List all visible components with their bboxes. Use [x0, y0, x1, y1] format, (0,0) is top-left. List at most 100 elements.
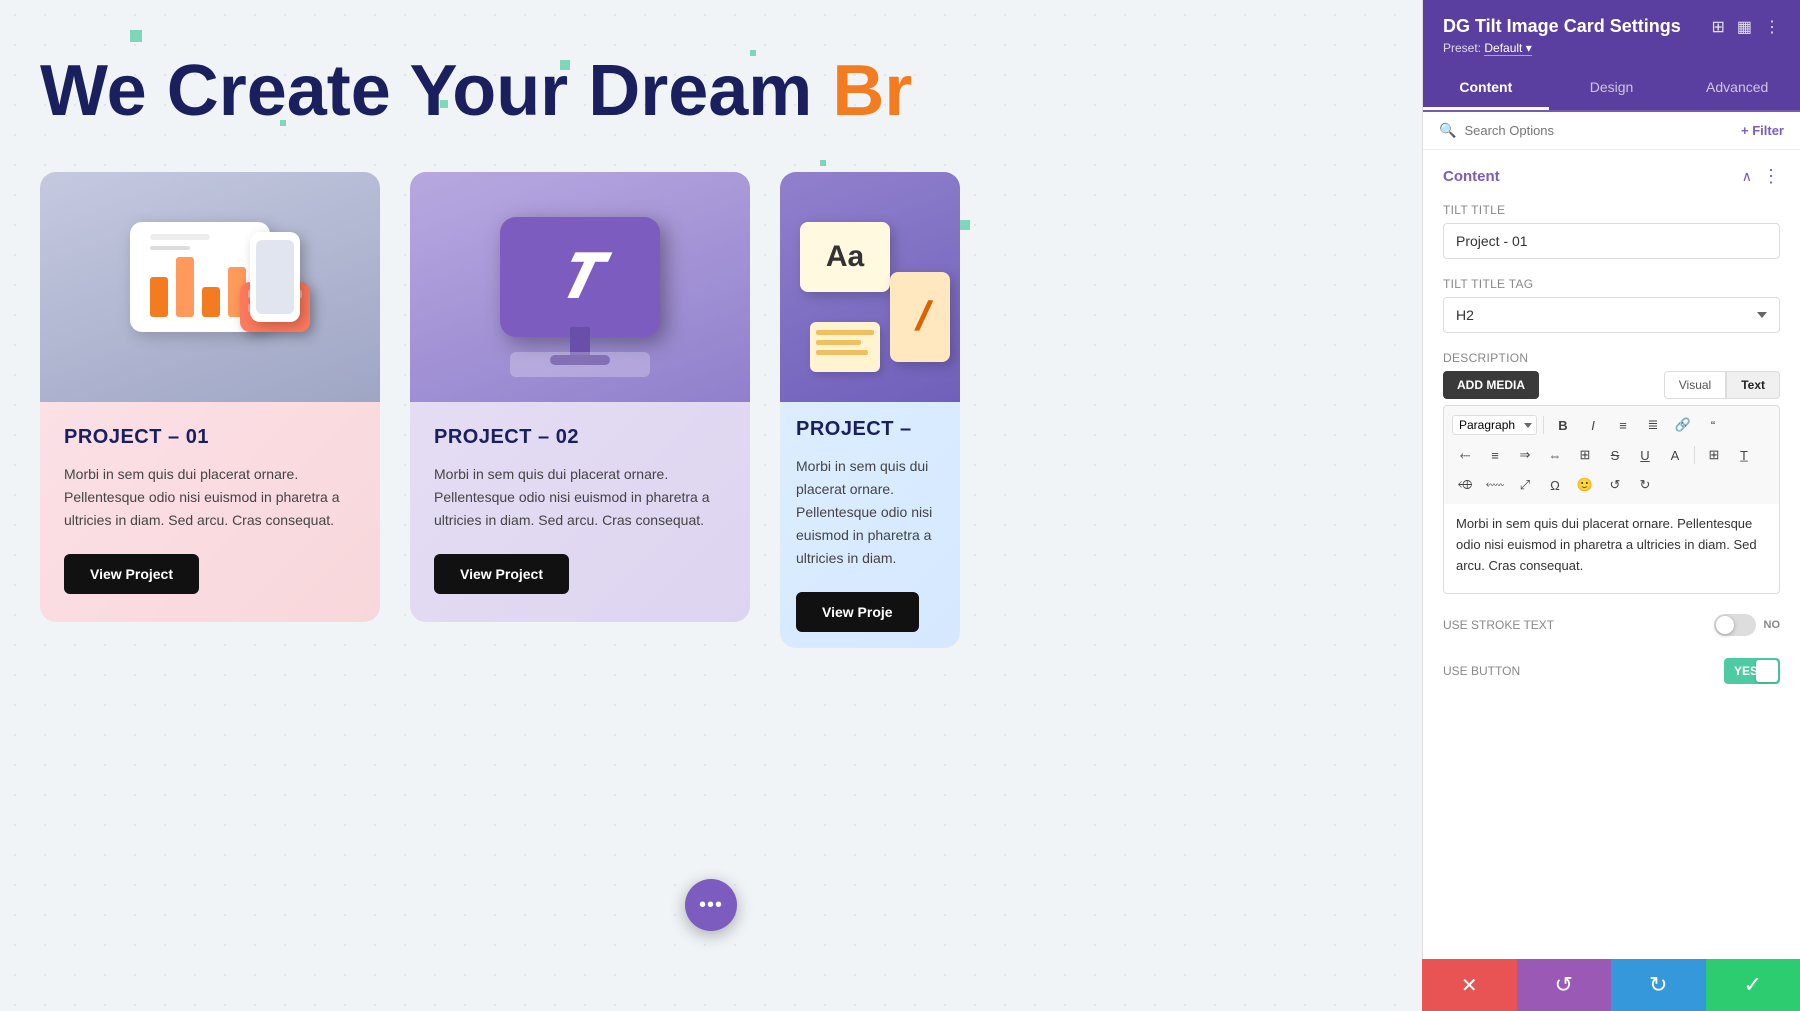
- table-btn[interactable]: ⊞: [1572, 442, 1598, 468]
- section-more-icon[interactable]: ⋮: [1762, 166, 1780, 187]
- color-btn[interactable]: A: [1662, 442, 1688, 468]
- toolbar-div-1: [1543, 416, 1544, 434]
- card-1-button[interactable]: View Project: [64, 554, 199, 594]
- editor-toolbar: Paragraph Heading 1 Heading 2 B I ≡ ≣ 🔗 …: [1443, 405, 1780, 504]
- panel-preset-link[interactable]: Default ▾: [1484, 41, 1531, 56]
- bold-btn[interactable]: B: [1550, 412, 1576, 438]
- use-button-field: Use Button YES: [1423, 650, 1800, 698]
- footer-cancel-btn[interactable]: ✕: [1422, 959, 1517, 1011]
- section-collapse-icon[interactable]: ∧: [1742, 168, 1752, 185]
- card-1-title: PROJECT – 01: [64, 426, 356, 449]
- emoji-btn[interactable]: 🙂: [1572, 472, 1598, 498]
- italic-btn[interactable]: I: [1580, 412, 1606, 438]
- tab-advanced[interactable]: Advanced: [1674, 67, 1800, 110]
- tilt-title-tag-label: Tilt Title Tag: [1443, 277, 1780, 291]
- button-toggle-row: Use Button YES: [1443, 658, 1780, 684]
- search-input[interactable]: [1464, 123, 1733, 138]
- description-label: Description: [1443, 351, 1780, 365]
- text-format-btn[interactable]: T̲: [1731, 442, 1757, 468]
- link-btn[interactable]: 🔗: [1670, 412, 1696, 438]
- redo-btn[interactable]: ↻: [1632, 472, 1658, 498]
- paragraph-select[interactable]: Paragraph Heading 1 Heading 2: [1452, 415, 1537, 435]
- cards-row: PROJECT – 01 Morbi in sem quis dui place…: [40, 172, 1382, 648]
- tab-design[interactable]: Design: [1549, 67, 1675, 110]
- footer-save-btn[interactable]: ✓: [1706, 959, 1800, 1011]
- hero-title-text: We Create Your Dream: [40, 51, 832, 131]
- footer-undo-btn[interactable]: ↺: [1517, 959, 1612, 1011]
- fullscreen-btn[interactable]: ⤢: [1512, 472, 1538, 498]
- stroke-toggle-track[interactable]: [1714, 614, 1756, 636]
- toolbar-div-2: [1694, 446, 1695, 464]
- search-icon: 🔍: [1439, 122, 1456, 139]
- panel-icon-layout[interactable]: ▦: [1737, 17, 1752, 37]
- panel-body: Content ∧ ⋮ Tilt Title Tilt Title Tag H1…: [1423, 150, 1800, 1011]
- monitor-icon: 𝑻: [480, 187, 680, 387]
- tilt-title-input[interactable]: [1443, 223, 1780, 259]
- align-left-btn[interactable]: ⬸: [1452, 442, 1478, 468]
- unordered-list-btn[interactable]: ≡: [1610, 412, 1636, 438]
- align-right-btn[interactable]: ⇒: [1512, 442, 1538, 468]
- underline-btn[interactable]: U: [1632, 442, 1658, 468]
- panel-tabs: Content Design Advanced: [1423, 67, 1800, 112]
- stroke-toggle-row: Use Stroke Text NO: [1443, 614, 1780, 636]
- stroke-toggle-switch: NO: [1714, 614, 1781, 636]
- card-1-desc: Morbi in sem quis dui placerat ornare. P…: [64, 463, 356, 532]
- card-2-button[interactable]: View Project: [434, 554, 569, 594]
- card-2-desc: Morbi in sem quis dui placerat ornare. P…: [434, 463, 726, 532]
- panel-icon-more[interactable]: ⋮: [1764, 17, 1780, 37]
- text-tab-btn[interactable]: Text: [1726, 371, 1780, 399]
- justify-btn[interactable]: ⇔: [1542, 442, 1568, 468]
- dashboard-icon: [110, 202, 310, 372]
- add-media-button[interactable]: ADD MEDIA: [1443, 371, 1539, 399]
- panel-header-icons: ⊞ ▦ ⋮: [1711, 17, 1780, 37]
- indent2-btn[interactable]: ⬳: [1482, 472, 1508, 498]
- card-1-image: [40, 172, 380, 402]
- panel-icon-copy[interactable]: ⊞: [1711, 17, 1724, 37]
- hero-title: We Create Your Dream Br: [40, 50, 1382, 132]
- outdent-btn[interactable]: ⬲: [1452, 472, 1478, 498]
- tab-content[interactable]: Content: [1423, 67, 1549, 110]
- tilt-title-tag-select[interactable]: H1 H2 H3 H4 H5 H6: [1443, 297, 1780, 333]
- hero-orange-text: Br: [832, 51, 912, 131]
- editor-content[interactable]: Morbi in sem quis dui placerat ornare. P…: [1443, 504, 1780, 594]
- tilt-title-label: Tilt Title: [1443, 203, 1780, 217]
- strikethrough-btn[interactable]: S: [1602, 442, 1628, 468]
- indent-btn[interactable]: ⊞: [1701, 442, 1727, 468]
- cancel-icon: ✕: [1461, 973, 1478, 998]
- filter-button[interactable]: + Filter: [1741, 123, 1784, 138]
- description-field: Description ADD MEDIA Visual Text Paragr…: [1423, 345, 1800, 606]
- card-3-image: Aa 𝐼: [780, 172, 960, 402]
- card-2-title: PROJECT – 02: [434, 426, 726, 449]
- fab-button[interactable]: •••: [685, 879, 737, 931]
- ordered-list-btn[interactable]: ≣: [1640, 412, 1666, 438]
- stroke-toggle-thumb: [1716, 616, 1734, 634]
- save-icon: ✓: [1744, 972, 1762, 998]
- special-char-btn[interactable]: Ω: [1542, 472, 1568, 498]
- card-3-button[interactable]: View Proje: [796, 592, 919, 632]
- card-2-image: 𝑻: [410, 172, 750, 402]
- tilt-title-tag-field: Tilt Title Tag H1 H2 H3 H4 H5 H6: [1423, 271, 1800, 345]
- visual-tab-btn[interactable]: Visual: [1664, 371, 1726, 399]
- panel-preset: Preset: Default ▾: [1443, 41, 1780, 55]
- project-card-1: PROJECT – 01 Morbi in sem quis dui place…: [40, 172, 380, 622]
- card-3-title: PROJECT –: [796, 418, 944, 441]
- redo-icon: ↻: [1649, 972, 1667, 998]
- editor-tab-toggle: Visual Text: [1664, 371, 1780, 399]
- footer-redo-btn[interactable]: ↻: [1611, 959, 1706, 1011]
- align-center-btn[interactable]: ≡: [1482, 442, 1508, 468]
- stroke-text-field: Use Stroke Text NO: [1423, 606, 1800, 650]
- button-toggle-label: Use Button: [1443, 664, 1520, 678]
- yes-thumb: [1756, 660, 1778, 682]
- toolbar-row-2: ⬸ ≡ ⇒ ⇔ ⊞ S U A ⊞ T̲ ⬲ ⬳ ⤢ Ω 🙂 ↺: [1452, 442, 1771, 498]
- quote-btn[interactable]: “: [1700, 412, 1726, 438]
- panel-footer: ✕ ↺ ↻ ✓: [1422, 959, 1800, 1011]
- content-section-header: Content ∧ ⋮: [1423, 150, 1800, 197]
- stroke-toggle-label: Use Stroke Text: [1443, 618, 1554, 632]
- yes-label: YES: [1724, 664, 1758, 678]
- section-content-title: Content: [1443, 168, 1500, 185]
- yes-toggle-track[interactable]: YES: [1724, 658, 1780, 684]
- desc-toolbar-top: ADD MEDIA Visual Text: [1443, 371, 1780, 399]
- card-3-desc: Morbi in sem quis dui placerat ornare. P…: [796, 455, 944, 570]
- undo-icon: ↺: [1555, 972, 1573, 998]
- undo-btn[interactable]: ↺: [1602, 472, 1628, 498]
